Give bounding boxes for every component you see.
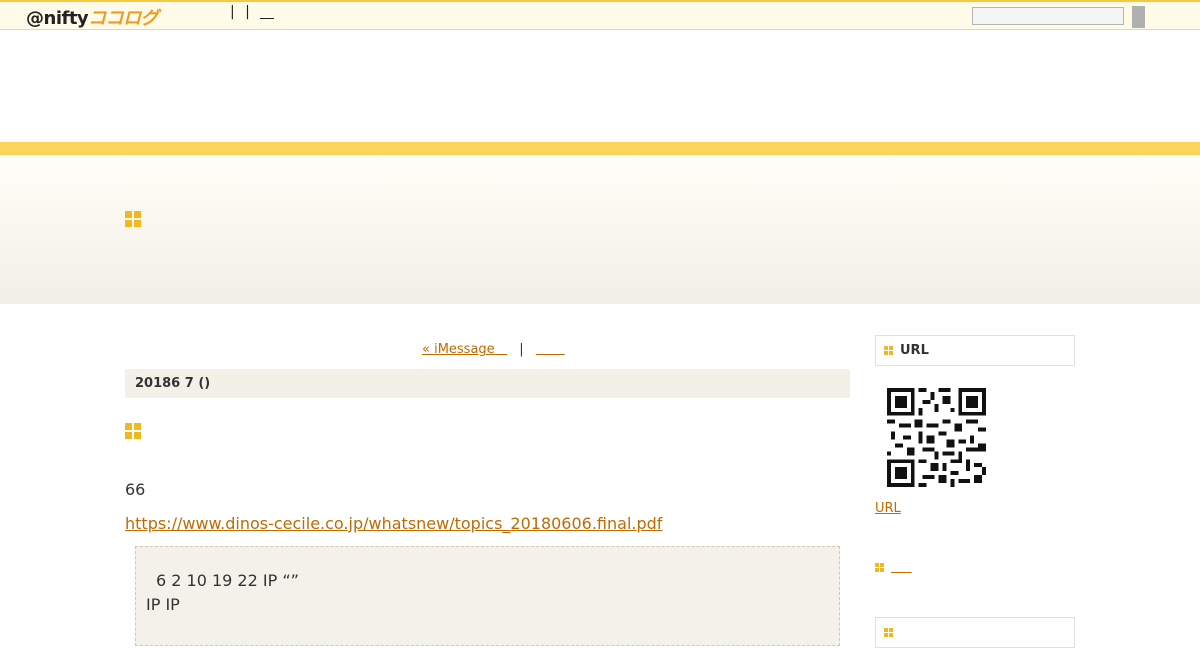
post-date: 20186 7 () xyxy=(125,369,850,398)
post-body-text: 66 xyxy=(125,480,146,499)
sidebar-url-heading: URL xyxy=(875,335,1075,366)
blog-header xyxy=(0,155,1200,304)
post-body-link[interactable]: https://www.dinos-cecile.co.jp/whatsnew/… xyxy=(125,514,662,533)
sidebar-next-box xyxy=(875,617,1075,648)
pager-separator: | xyxy=(519,342,524,357)
nav-link[interactable] xyxy=(260,4,275,19)
qr-code-image xyxy=(887,388,986,487)
top-bar: @niftyココログ | | xyxy=(0,0,1200,30)
nifty-cocolog-logo[interactable]: @niftyココログ xyxy=(26,4,159,30)
search-input[interactable] xyxy=(972,7,1124,25)
sidebar-url-link[interactable]: URL xyxy=(875,501,901,516)
nav-separator: | xyxy=(230,4,235,20)
prev-post-link[interactable]: « iMessage xyxy=(422,342,495,357)
nav-separator: | xyxy=(245,4,250,20)
blog-title-icon xyxy=(125,211,141,227)
quote-line: 6 2 10 19 22 IP “” xyxy=(156,571,299,590)
post-title-icon xyxy=(125,423,141,439)
sidebar-heading-icon xyxy=(884,346,893,355)
sidebar-section-icon xyxy=(875,563,884,572)
next-post-link[interactable] xyxy=(536,342,565,357)
quote-line: IP IP xyxy=(146,595,180,614)
search-button[interactable] xyxy=(1132,6,1145,28)
post-pager: « iMessage | xyxy=(422,342,565,357)
post-quote: 6 2 10 19 22 IP “” IP IP xyxy=(135,546,840,646)
sidebar-heading-icon xyxy=(884,628,893,637)
prev-post-link-tail[interactable] xyxy=(495,342,507,357)
top-nav: | | xyxy=(230,4,280,20)
header-accent-band xyxy=(0,142,1200,155)
sidebar-section-link[interactable] xyxy=(891,560,912,575)
